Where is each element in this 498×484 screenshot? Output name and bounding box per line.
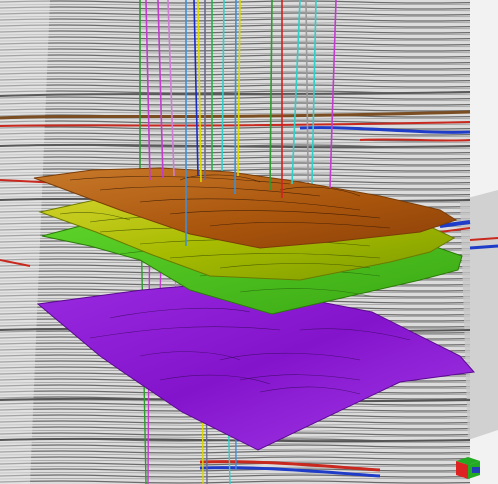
well-trajectory-upper[interactable] [234, 0, 237, 195]
3d-viewport[interactable] [0, 0, 498, 484]
orientation-cube-icon[interactable] [450, 455, 484, 481]
seismic-3d-scene[interactable] [0, 0, 498, 484]
